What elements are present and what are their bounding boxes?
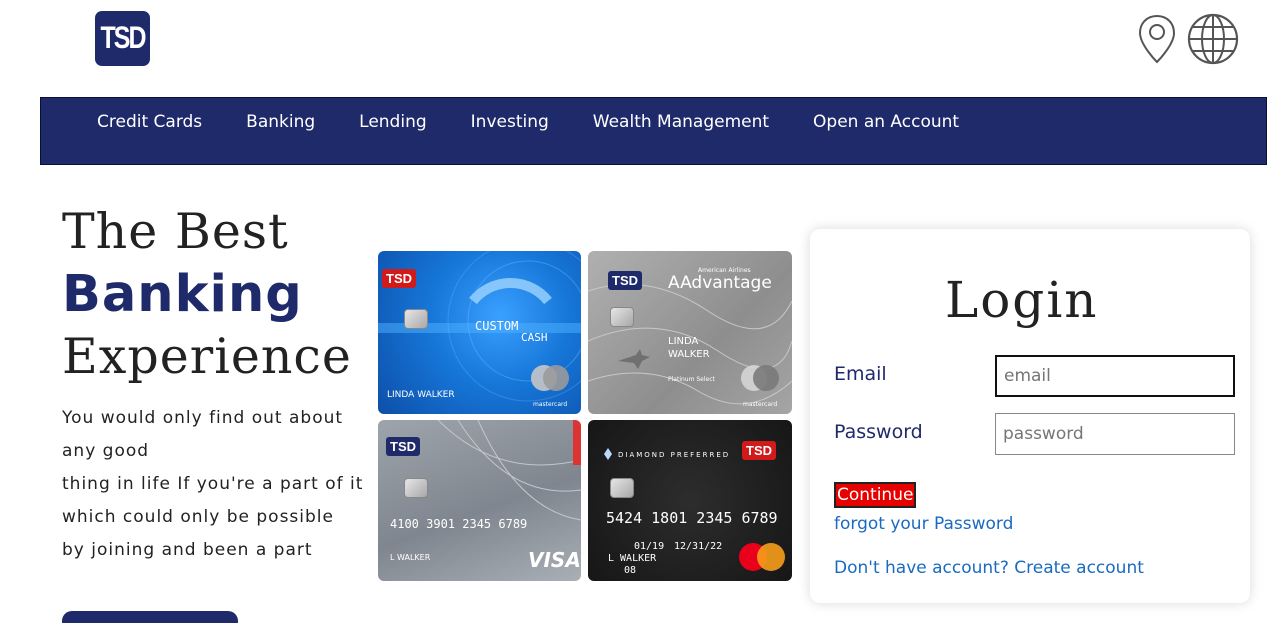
card-brand-badge: TSD: [386, 437, 420, 456]
card-number: 4100 3901 2345 6789: [390, 517, 528, 531]
card-holder: LINDA WALKER: [387, 390, 455, 400]
create-account-link[interactable]: Don't have account? Create account: [834, 558, 1144, 578]
visa-logo: VISA: [528, 548, 581, 572]
forgot-password-link[interactable]: forgot your Password: [834, 514, 1013, 534]
card-holder-first: LINDA: [668, 336, 699, 347]
email-label: Email: [834, 363, 887, 385]
card-tier: Platinum Select: [668, 376, 715, 383]
hero-desc-line: any good: [62, 441, 150, 461]
hero-line-3: Experience: [62, 327, 352, 385]
hero-line-2: Banking: [62, 264, 303, 324]
card-product-name: CUSTOM: [475, 319, 519, 333]
main-nav: Credit Cards Banking Lending Investing W…: [40, 97, 1267, 165]
email-field[interactable]: [995, 355, 1235, 397]
card-expiry: 12/31/22: [674, 541, 723, 552]
nav-lending[interactable]: Lending: [359, 112, 427, 132]
nav-investing[interactable]: Investing: [471, 112, 549, 132]
credit-card-visa: TSD 4100 3901 2345 6789 L WALKER VISA: [378, 420, 581, 581]
hero-desc-line: by joining and been a part: [62, 540, 313, 560]
logo-text: TSD: [100, 20, 147, 56]
card-number: 5424 1801 2345 6789: [606, 509, 778, 527]
cta-button[interactable]: [62, 611, 238, 623]
login-title: Login: [945, 271, 1099, 329]
card-chip-icon: [404, 309, 428, 329]
card-code: 08: [624, 565, 637, 576]
card-tier: DIAMOND PREFERRED: [618, 451, 731, 459]
card-chip-icon: [404, 478, 428, 498]
card-brand-badge: TSD: [608, 271, 642, 290]
continue-button[interactable]: Continue: [834, 482, 917, 508]
hero-desc-line: which could only be possible: [62, 507, 334, 527]
globe-icon[interactable]: [1187, 13, 1239, 65]
nav-banking[interactable]: Banking: [246, 112, 315, 132]
password-label: Password: [834, 421, 923, 443]
card-chip-icon: [610, 478, 634, 498]
card-holder-last: WALKER: [668, 349, 710, 360]
location-pin-icon[interactable]: [1137, 13, 1177, 65]
card-valid-from: 01/19: [634, 541, 665, 552]
password-field[interactable]: [995, 413, 1235, 455]
nav-open-account[interactable]: Open an Account: [813, 112, 959, 132]
card-holder: L WALKER: [608, 553, 657, 564]
card-chip-icon: [610, 307, 634, 327]
card-brand-badge: TSD: [382, 269, 416, 288]
tsd-logo[interactable]: TSD: [95, 11, 150, 66]
nav-credit-cards[interactable]: Credit Cards: [97, 112, 202, 132]
credit-card-diamond-preferred: DIAMOND PREFERRED TSD 5424 1801 2345 678…: [588, 420, 792, 581]
nav-wealth-management[interactable]: Wealth Management: [593, 112, 769, 132]
credit-card-aadvantage: TSD American Airlines AAdvantage LINDA W…: [588, 251, 792, 414]
card-network: mastercard: [533, 401, 568, 408]
hero-description: You would only find out about any good t…: [62, 402, 392, 567]
card-product-name-2: CASH: [521, 331, 548, 344]
card-program-name: AAdvantage: [668, 273, 772, 293]
hero-heading: The Best Banking Experience: [62, 200, 382, 389]
login-panel: Login Email Password Continue forgot you…: [810, 229, 1250, 603]
card-brand-badge: TSD: [742, 441, 776, 460]
credit-card-custom-cash: TSD CUSTOM CASH LINDA WALKER mastercard: [378, 251, 581, 414]
hero-desc-line: You would only find out about: [62, 408, 344, 428]
header-icons: [1137, 13, 1239, 65]
card-network: mastercard: [743, 401, 778, 408]
card-holder: L WALKER: [390, 553, 431, 562]
hero-desc-line: thing in life If you're a part of it: [62, 474, 364, 494]
hero-line-1: The Best: [62, 203, 289, 260]
